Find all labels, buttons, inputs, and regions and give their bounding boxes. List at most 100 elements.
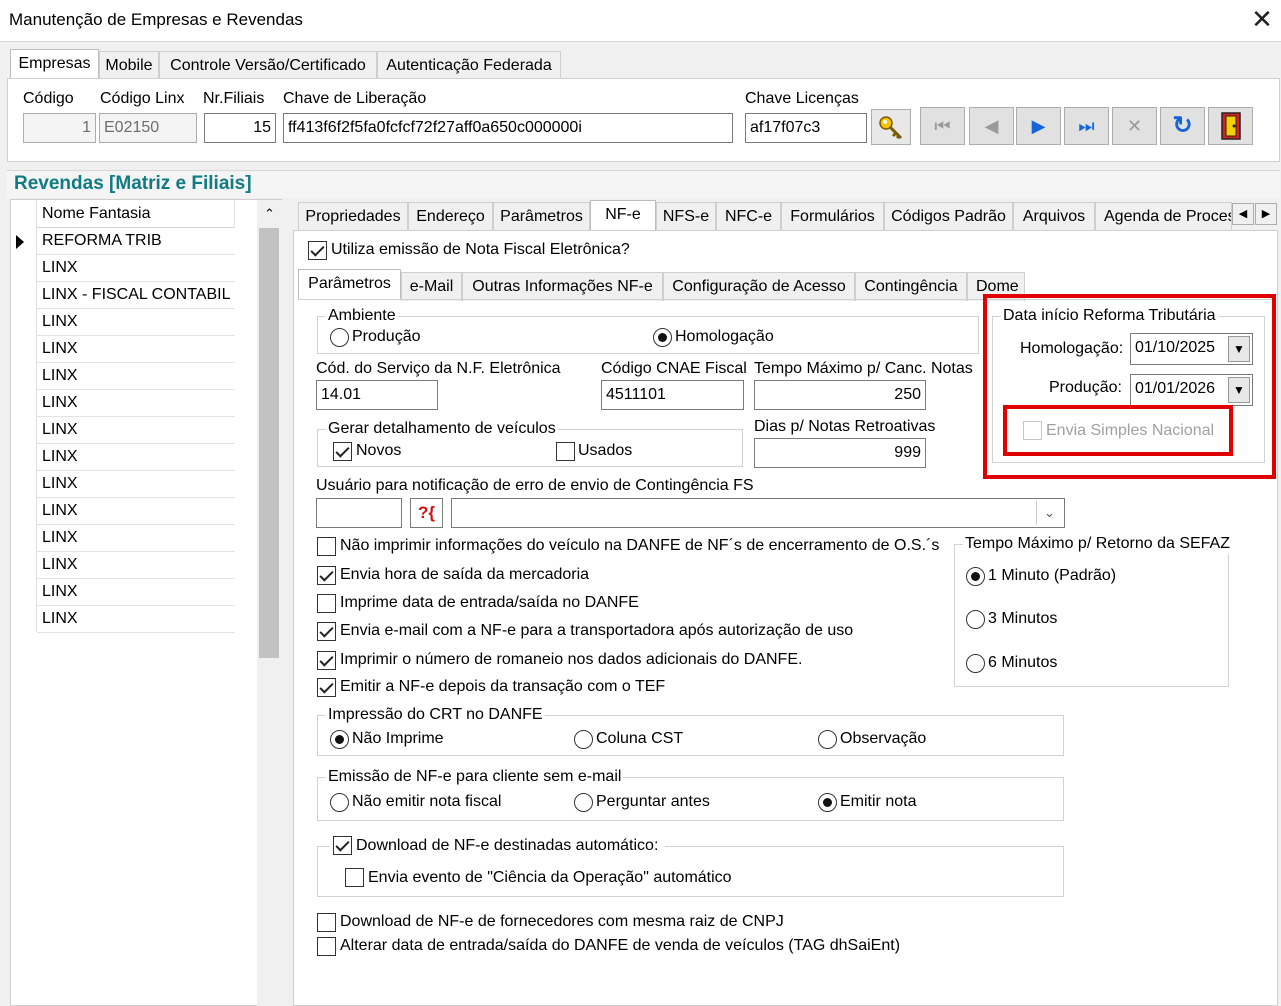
crt-observacao-radio[interactable] [818,730,837,749]
detail-tab-5[interactable]: NFC-e [716,202,781,231]
codigo-linx-field[interactable]: E02150 [99,113,197,143]
grid-row-nome-fantasia[interactable]: LINX [37,390,235,417]
usados-checkbox[interactable] [556,442,575,461]
tab-controle-versao[interactable]: Controle Versão/Certificado [159,51,377,80]
help-lookup-button[interactable]: ?{ [410,498,443,528]
download-fornecedores-checkbox[interactable] [317,913,336,932]
tempo-canc-field[interactable]: 250 [754,380,926,410]
grid-row-nome-fantasia[interactable]: LINX [37,444,235,471]
subtab-parametros[interactable]: Parâmetros [298,269,401,300]
tabs-scroll-left-icon[interactable]: ◀ [1232,203,1254,225]
chave-liberacao-field[interactable]: ff413f6f2f5fa0fcfcf72f27aff0a650c000000i [283,113,733,143]
ciencia-operacao-checkbox[interactable] [345,868,364,887]
download-destinadas-label: Download de NF-e destinadas automático: [356,837,659,854]
delete-button[interactable]: ✕ [1112,107,1157,145]
dias-retro-field[interactable]: 999 [754,438,926,468]
detail-tab-0[interactable]: Propriedades [298,202,408,231]
alterar-data-danfe-checkbox[interactable] [317,937,336,956]
emitir-nota-radio[interactable] [818,793,837,812]
refresh-icon: ↻ [1172,112,1193,139]
grid-row-nome-fantasia[interactable]: LINX [37,336,235,363]
detail-tab-4[interactable]: NFS-e [656,202,716,231]
column-header-nome-fantasia[interactable]: Nome Fantasia [37,200,235,228]
grid-row-nome-fantasia[interactable]: LINX [37,606,235,633]
sefaz-title: Tempo Máximo p/ Retorno da SEFAZ [963,534,1232,554]
nfe-option-checkbox[interactable] [317,537,336,556]
chave-licencas-field[interactable]: af17f07c3 [745,113,867,143]
detail-tab-6[interactable]: Formulários [781,202,884,231]
tab-mobile[interactable]: Mobile [99,51,159,80]
last-record-button[interactable]: ⏭ [1064,107,1109,145]
grid-row-nome-fantasia[interactable]: LINX [37,471,235,498]
crt-coluna-cst-radio[interactable] [574,730,593,749]
perguntar-antes-radio[interactable] [574,793,593,812]
tab-autenticacao-federada[interactable]: Autenticação Federada [377,51,561,80]
exit-button[interactable] [1208,107,1253,145]
first-record-button[interactable]: ⏮ [920,107,965,145]
refresh-button[interactable]: ↻ [1160,107,1205,145]
novos-checkbox[interactable] [333,442,352,461]
sefaz-1min-radio[interactable] [966,567,985,586]
nfe-option-checkbox[interactable] [317,594,336,613]
usuario-code-field[interactable] [316,498,402,528]
scrollbar-thumb[interactable] [259,228,279,658]
subtab-email[interactable]: e-Mail [401,272,462,301]
crt-title: Impressão do CRT no DANFE [326,705,545,725]
close-icon[interactable]: ✕ [1249,4,1275,34]
tab-empresas[interactable]: Empresas [10,49,99,79]
sefaz-6min-label: 6 Minutos [988,654,1058,671]
subtab-configuracao-acesso[interactable]: Configuração de Acesso [663,272,855,301]
usuario-combo[interactable] [451,498,1065,528]
sefaz-6min-radio[interactable] [966,654,985,673]
nfe-option-checkbox[interactable] [317,678,336,697]
key-button[interactable] [871,109,911,145]
cod-servico-label: Cód. do Serviço da N.F. Eletrônica [316,360,561,377]
subtab-contingencia[interactable]: Contingência [855,272,967,301]
detail-tab-1[interactable]: Endereço [408,202,493,231]
producao-radio[interactable] [330,328,349,347]
grid-row-nome-fantasia[interactable]: LINX [37,579,235,606]
nr-filiais-label: Nr.Filiais [203,90,265,107]
sefaz-3min-radio[interactable] [966,610,985,629]
usuario-combo-chevron-down-icon[interactable]: ⌄ [1036,501,1062,525]
detail-tab-9[interactable]: Agenda de Proces [1095,202,1232,231]
grid-row-nome-fantasia[interactable]: REFORMA TRIB [37,228,235,255]
codigo-field[interactable]: 1 [23,113,96,143]
alterar-data-danfe-label: Alterar data de entrada/saída do DANFE d… [340,937,901,954]
crt-nao-imprime-radio[interactable] [330,730,349,749]
cnae-field[interactable]: 4511101 [601,380,744,410]
scroll-up-icon[interactable]: ⌃ [257,200,282,228]
current-row-indicator-icon [16,235,24,249]
sefaz-1min-label: 1 Minuto (Padrão) [988,567,1117,584]
first-icon: ⏮ [934,116,951,136]
grid-row-nome-fantasia[interactable]: LINX [37,417,235,444]
grid-row-nome-fantasia[interactable]: LINX [37,309,235,336]
nfe-option-checkbox[interactable] [317,566,336,585]
grid-row-nome-fantasia[interactable]: LINX [37,498,235,525]
delete-icon: ✕ [1126,116,1143,136]
cod-servico-field[interactable]: 14.01 [316,380,438,410]
grid-row-nome-fantasia[interactable]: LINX - FISCAL CONTABIL - [37,282,235,309]
nao-emitir-radio[interactable] [330,793,349,812]
subtab-outras-informacoes[interactable]: Outras Informações NF-e [462,272,663,301]
nfe-option-checkbox[interactable] [317,622,336,641]
grid-row-nome-fantasia[interactable]: LINX [37,525,235,552]
nfe-option-checkbox[interactable] [317,651,336,670]
utiliza-nfe-checkbox[interactable] [308,241,327,260]
previous-record-button[interactable]: ◀ [969,107,1014,145]
detail-tab-3[interactable]: NF-e [590,200,656,231]
homologacao-radio[interactable] [653,328,672,347]
detail-tab-2[interactable]: Parâmetros [493,202,590,231]
cnae-label: Código CNAE Fiscal [601,360,747,377]
detail-tab-7[interactable]: Códigos Padrão [884,202,1013,231]
next-record-button[interactable]: ▶ [1016,107,1061,145]
grid-row-nome-fantasia[interactable]: LINX [37,552,235,579]
grid-row-nome-fantasia[interactable]: LINX [37,363,235,390]
grid-scrollbar[interactable]: ⌃ [257,200,282,1006]
grid-row-nome-fantasia[interactable]: LINX [37,255,235,282]
revendas-grid: Nome Fantasia REFORMA TRIB LINX LINX - FIS… [10,199,282,1006]
nr-filiais-field[interactable]: 15 [204,113,276,143]
download-destinadas-checkbox[interactable] [333,836,352,855]
detail-tab-8[interactable]: Arquivos [1013,202,1095,231]
tabs-scroll-right-icon[interactable]: ▶ [1255,203,1277,225]
